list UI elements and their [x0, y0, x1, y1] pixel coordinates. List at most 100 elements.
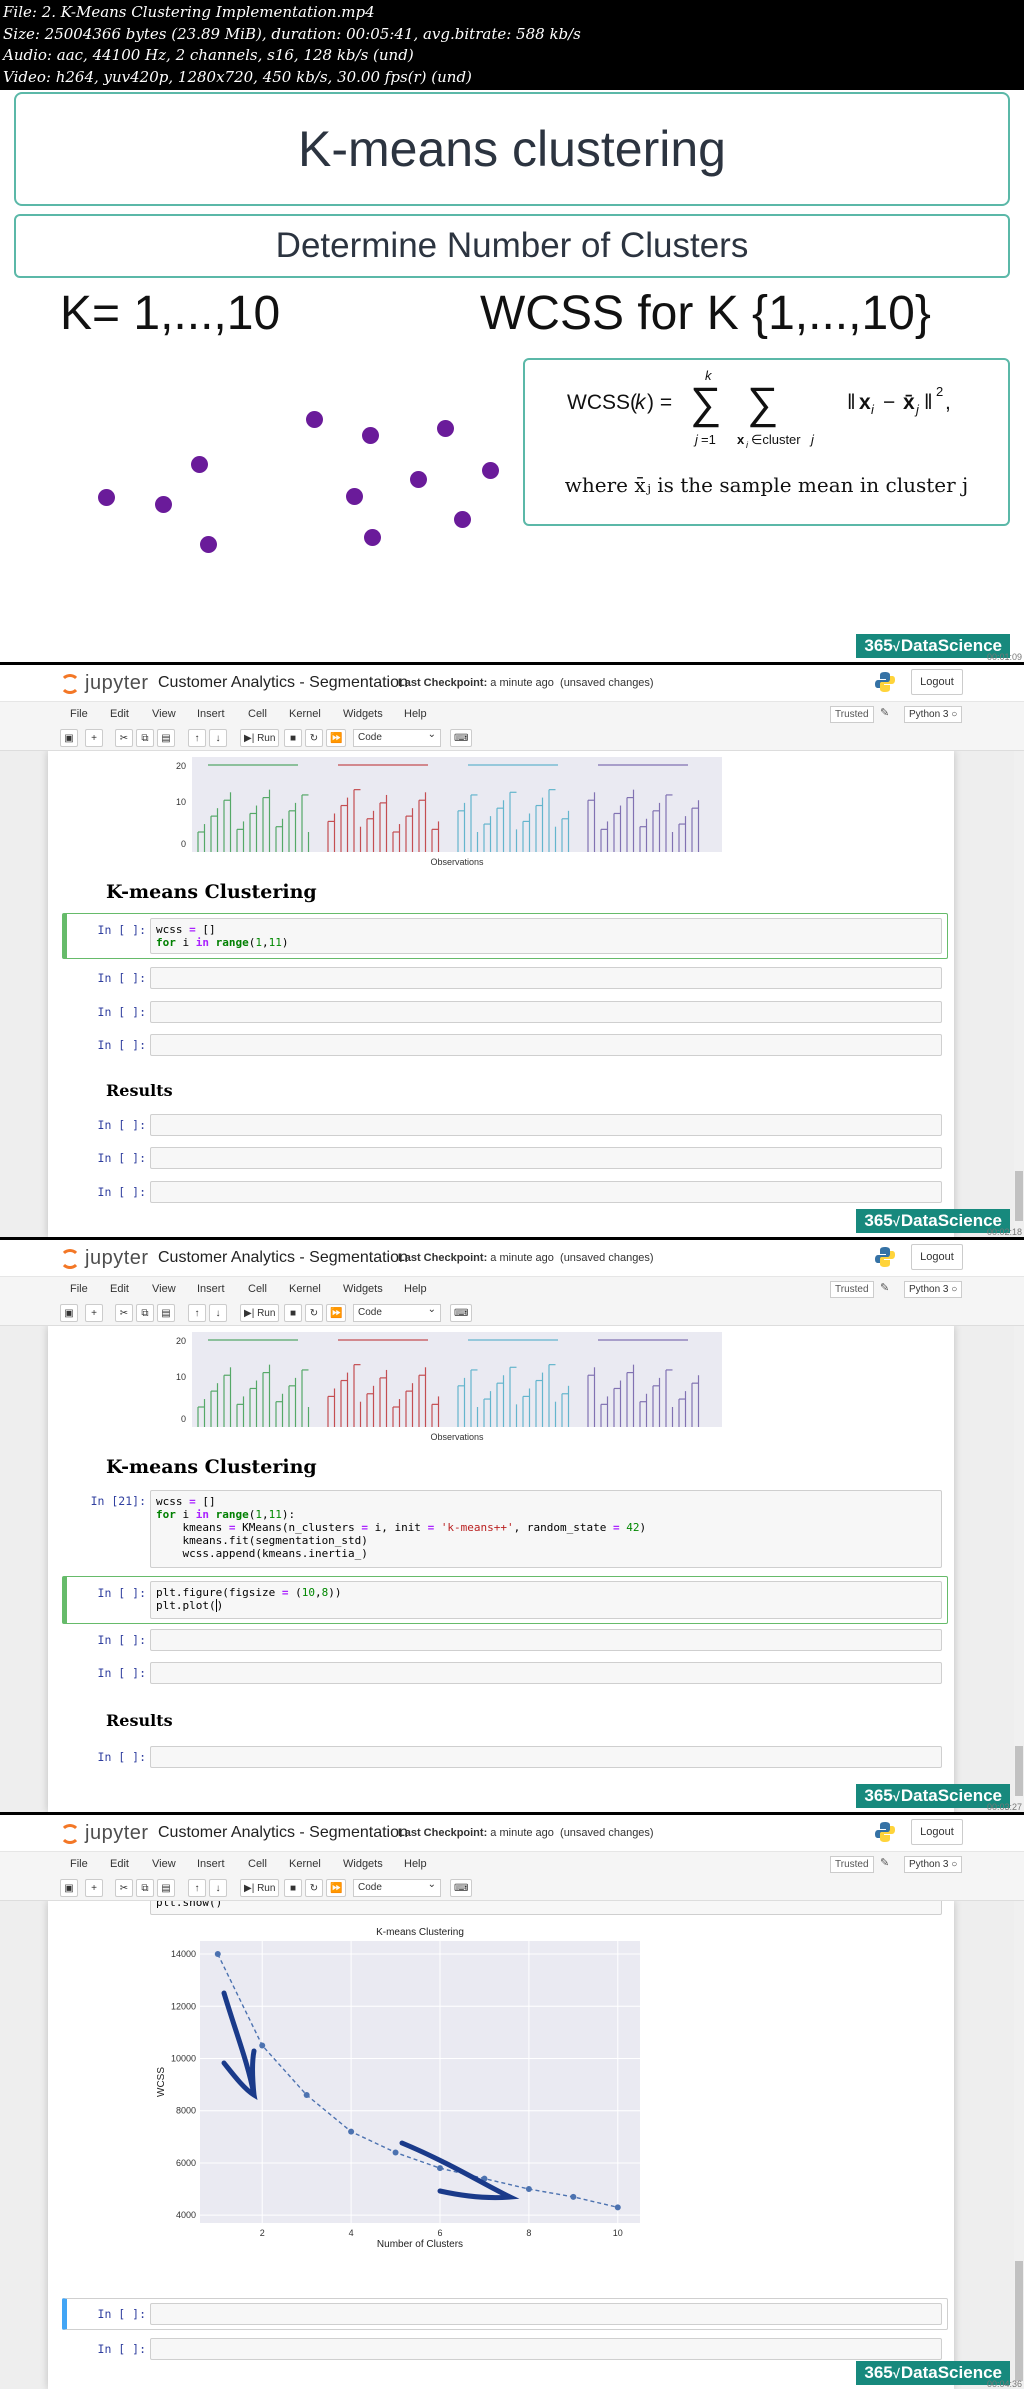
code-cell-input[interactable]	[150, 1629, 942, 1651]
menu-insert[interactable]: Insert	[197, 1283, 225, 1295]
cell-type-select[interactable]: Code	[353, 729, 441, 747]
menu-file[interactable]: File	[70, 708, 88, 720]
code-cell-input[interactable]	[150, 1147, 942, 1169]
edit-pencil-icon[interactable]: ✎	[880, 706, 889, 719]
run-button[interactable]: ▶| Run	[240, 1879, 280, 1897]
fast-forward-icon[interactable]: ⏩	[326, 1304, 347, 1322]
scrollbar[interactable]	[1014, 751, 1024, 1237]
cell-type-select[interactable]: Code	[353, 1879, 441, 1897]
menu-widgets[interactable]: Widgets	[343, 708, 383, 720]
menu-insert[interactable]: Insert	[197, 708, 225, 720]
menu-widgets[interactable]: Widgets	[343, 1283, 383, 1295]
stop-icon[interactable]: ■	[284, 1879, 302, 1897]
menu-edit[interactable]: Edit	[110, 1858, 129, 1870]
code-cell-input[interactable]	[150, 1034, 942, 1056]
restart-icon[interactable]: ↻	[305, 1879, 323, 1897]
save-icon[interactable]: ▣	[60, 729, 78, 747]
scrollbar[interactable]	[1014, 1326, 1024, 1812]
cell-prompt: In [ ]:	[97, 1005, 146, 1019]
notebook-title[interactable]: Customer Analytics - Segmentation	[158, 674, 408, 692]
menu-view[interactable]: View	[152, 1283, 176, 1295]
move-down-icon[interactable]: ↓	[209, 1879, 227, 1897]
restart-icon[interactable]: ↻	[305, 729, 323, 747]
code-cell-input[interactable]	[150, 967, 942, 989]
keyboard-icon[interactable]: ⌨	[450, 1304, 473, 1322]
cut-icon[interactable]: ✂	[115, 1879, 133, 1897]
menu-kernel[interactable]: Kernel	[289, 1283, 321, 1295]
menu-kernel[interactable]: Kernel	[289, 708, 321, 720]
code-cell-input[interactable]: wcss = [] for i in range(1,11): kmeans =…	[150, 1490, 942, 1568]
move-up-icon[interactable]: ↑	[188, 1304, 206, 1322]
save-icon[interactable]: ▣	[60, 1879, 78, 1897]
scrollbar[interactable]	[1014, 1901, 1024, 2389]
keyboard-icon[interactable]: ⌨	[450, 1879, 473, 1897]
trusted-indicator[interactable]: Trusted	[830, 706, 874, 723]
paste-icon[interactable]: ▤	[157, 1304, 175, 1322]
move-up-icon[interactable]: ↑	[188, 729, 206, 747]
move-up-icon[interactable]: ↑	[188, 1879, 206, 1897]
cut-icon[interactable]: ✂	[115, 1304, 133, 1322]
menu-help[interactable]: Help	[404, 1858, 427, 1870]
code-cell-input[interactable]	[150, 1114, 942, 1136]
code-cell-input[interactable]	[150, 1001, 942, 1023]
edit-pencil-icon[interactable]: ✎	[880, 1856, 889, 1869]
menu-cell[interactable]: Cell	[248, 1283, 267, 1295]
add-cell-icon[interactable]: +	[85, 1879, 103, 1897]
code-cell-input[interactable]	[150, 2338, 942, 2360]
stop-icon[interactable]: ■	[284, 1304, 302, 1322]
code-cell-input[interactable]	[150, 1662, 942, 1684]
logout-button[interactable]: Logout	[911, 669, 963, 695]
jupyter-logo[interactable]: jupyter	[60, 1822, 149, 1845]
run-button[interactable]: ▶| Run	[240, 729, 280, 747]
scrollbar-thumb[interactable]	[1015, 1746, 1023, 1796]
restart-icon[interactable]: ↻	[305, 1304, 323, 1322]
notebook-title[interactable]: Customer Analytics - Segmentation	[158, 1249, 408, 1267]
trusted-indicator[interactable]: Trusted	[830, 1281, 874, 1298]
menu-edit[interactable]: Edit	[110, 708, 129, 720]
fast-forward-icon[interactable]: ⏩	[326, 729, 347, 747]
edit-pencil-icon[interactable]: ✎	[880, 1281, 889, 1294]
logout-button[interactable]: Logout	[911, 1819, 963, 1845]
scrollbar-thumb[interactable]	[1015, 2261, 1023, 2381]
menu-file[interactable]: File	[70, 1283, 88, 1295]
notebook-title[interactable]: Customer Analytics - Segmentation	[158, 1824, 408, 1842]
menu-view[interactable]: View	[152, 1858, 176, 1870]
menu-cell[interactable]: Cell	[248, 708, 267, 720]
menu-edit[interactable]: Edit	[110, 1283, 129, 1295]
code-cell-input[interactable]: plt.figure(figsize = (10,8)) plt.plot()	[150, 1581, 942, 1619]
code-cell-input[interactable]: wcss = [] for i in range(1,11)	[150, 918, 942, 954]
jupyter-logo[interactable]: jupyter	[60, 672, 149, 695]
scrollbar-thumb[interactable]	[1015, 1171, 1023, 1221]
cut-icon[interactable]: ✂	[115, 729, 133, 747]
menu-cell[interactable]: Cell	[248, 1858, 267, 1870]
add-cell-icon[interactable]: +	[85, 1304, 103, 1322]
keyboard-icon[interactable]: ⌨	[450, 729, 473, 747]
add-cell-icon[interactable]: +	[85, 729, 103, 747]
save-icon[interactable]: ▣	[60, 1304, 78, 1322]
copy-icon[interactable]: ⧉	[136, 729, 154, 747]
logout-button[interactable]: Logout	[911, 1244, 963, 1270]
copy-icon[interactable]: ⧉	[136, 1879, 154, 1897]
copy-icon[interactable]: ⧉	[136, 1304, 154, 1322]
menu-kernel[interactable]: Kernel	[289, 1858, 321, 1870]
run-button[interactable]: ▶| Run	[240, 1304, 280, 1322]
code-cell-input[interactable]	[150, 1181, 942, 1203]
move-down-icon[interactable]: ↓	[209, 1304, 227, 1322]
paste-icon[interactable]: ▤	[157, 729, 175, 747]
code-cell-input[interactable]	[150, 2303, 942, 2325]
jupyter-logo[interactable]: jupyter	[60, 1247, 149, 1270]
menu-insert[interactable]: Insert	[197, 1858, 225, 1870]
fast-forward-icon[interactable]: ⏩	[326, 1879, 347, 1897]
code-cell-input[interactable]: plt.show()	[150, 1901, 942, 1915]
move-down-icon[interactable]: ↓	[209, 729, 227, 747]
menu-widgets[interactable]: Widgets	[343, 1858, 383, 1870]
stop-icon[interactable]: ■	[284, 729, 302, 747]
code-cell-input[interactable]	[150, 1746, 942, 1768]
cell-type-select[interactable]: Code	[353, 1304, 441, 1322]
menu-file[interactable]: File	[70, 1858, 88, 1870]
paste-icon[interactable]: ▤	[157, 1879, 175, 1897]
menu-help[interactable]: Help	[404, 708, 427, 720]
menu-view[interactable]: View	[152, 708, 176, 720]
menu-help[interactable]: Help	[404, 1283, 427, 1295]
trusted-indicator[interactable]: Trusted	[830, 1856, 874, 1873]
